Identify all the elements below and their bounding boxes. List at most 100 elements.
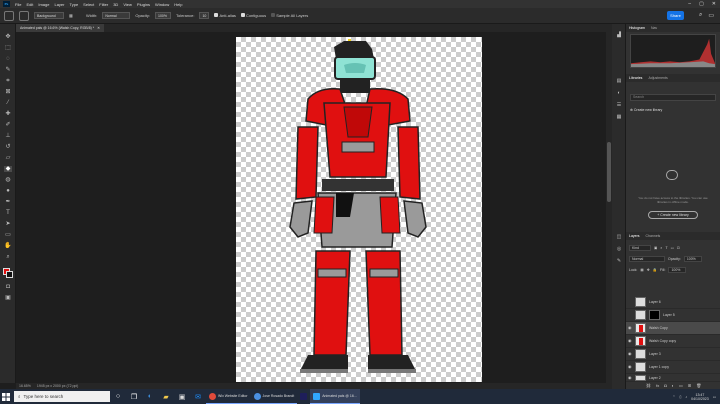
paths-icon[interactable]: ✎ <box>616 258 622 264</box>
tab-adjustments[interactable]: Adjustments <box>648 76 667 80</box>
quick-mask-icon[interactable]: ◘ <box>4 284 12 290</box>
home-icon[interactable] <box>4 10 14 21</box>
taskbar-app-chrome[interactable]: Wix Website Editor <box>206 389 251 404</box>
layer-name[interactable]: Layer 3 <box>649 352 661 356</box>
minimize-icon[interactable]: – <box>688 1 691 7</box>
close-icon[interactable]: ✕ <box>712 1 716 7</box>
tab-navigator[interactable]: Nav <box>651 26 657 30</box>
layer-row[interactable]: ◉ Walsh Copy <box>626 322 720 335</box>
layer-row[interactable]: Layer 5 <box>626 309 720 322</box>
search-icon[interactable]: ⌕ <box>699 12 702 19</box>
layer-name[interactable]: Layer 2 <box>649 376 661 380</box>
paint-bucket-tool-icon[interactable] <box>19 10 29 21</box>
adjustments-icon[interactable]: ◐ <box>616 90 622 96</box>
cortana-icon[interactable]: ○ <box>110 389 126 404</box>
visibility-eye-icon[interactable] <box>628 300 632 304</box>
channels-icon[interactable]: ◎ <box>616 246 622 252</box>
marquee-tool-icon[interactable]: ⬚ <box>4 45 12 51</box>
eyedropper-tool-icon[interactable]: ⁄ <box>4 100 12 106</box>
close-tab-icon[interactable]: ✕ <box>97 26 100 30</box>
filter-type-icon[interactable]: T <box>665 246 667 250</box>
quick-select-tool-icon[interactable]: ✎ <box>4 67 12 73</box>
lock-position-icon[interactable]: ✥ <box>647 268 650 272</box>
layer-row[interactable]: Layer 6 <box>626 296 720 309</box>
menu-edit[interactable]: Edit <box>26 2 33 7</box>
layers-icon[interactable]: ◫ <box>616 234 622 240</box>
windows-start-button[interactable] <box>0 389 12 404</box>
eraser-tool-icon[interactable]: ▱ <box>4 155 12 161</box>
lasso-tool-icon[interactable]: ◌ <box>4 56 12 62</box>
taskbar-search-box[interactable]: ⌕ Type here to search <box>14 391 110 402</box>
pattern-swatch-icon[interactable]: ▦ <box>69 13 81 18</box>
volume-icon[interactable]: ♪ <box>685 395 687 399</box>
screen-mode-icon[interactable]: ▣ <box>4 295 12 301</box>
layer-row[interactable]: ◉ Layer 1 copy <box>626 361 720 374</box>
create-library-row[interactable]: ⊕ Create new library <box>630 108 662 112</box>
new-layer-icon[interactable]: ⊞ <box>688 383 691 388</box>
edge-icon[interactable]: ◐ <box>142 389 158 404</box>
file-explorer-icon[interactable]: ▰ <box>158 389 174 404</box>
visibility-eye-icon[interactable]: ◉ <box>628 365 632 369</box>
menu-plugins[interactable]: Plugins <box>137 2 150 7</box>
opacity-input[interactable]: 100% <box>155 12 172 19</box>
layer-mask-thumbnail[interactable] <box>649 310 660 320</box>
link-layers-icon[interactable]: ⛓ <box>646 383 651 388</box>
menu-layer[interactable]: Layer <box>54 2 64 7</box>
layer-row[interactable]: ◉ Walsh Copy copy <box>626 335 720 348</box>
crop-tool-icon[interactable]: ⌗ <box>4 78 12 84</box>
shape-tool-icon[interactable]: ▭ <box>4 232 12 238</box>
photoshop-logo-icon[interactable]: Ps <box>3 1 10 7</box>
delete-layer-icon[interactable]: 🗑 <box>696 383 701 388</box>
tab-channels[interactable]: Channels <box>646 234 661 238</box>
visibility-eye-icon[interactable]: ◉ <box>628 352 632 356</box>
menu-filter[interactable]: Filter <box>99 2 108 7</box>
document-canvas[interactable] <box>236 37 482 382</box>
add-mask-icon[interactable]: ◘ <box>664 383 666 388</box>
move-tool-icon[interactable]: ✥ <box>4 34 12 40</box>
layer-name[interactable]: Layer 1 copy <box>649 365 669 369</box>
lock-pixels-icon[interactable]: ▦ <box>640 268 643 272</box>
layer-opacity-input[interactable]: 100% <box>683 256 702 262</box>
menu-view[interactable]: View <box>123 2 132 7</box>
blend-mode-select[interactable]: Normal <box>629 256 665 262</box>
adjustment-layer-icon[interactable]: ◐ <box>672 383 674 388</box>
menu-window[interactable]: Window <box>155 2 169 7</box>
visibility-eye-icon[interactable] <box>628 313 632 317</box>
sample-all-layers-checkbox[interactable]: Sample All Layers <box>271 13 308 18</box>
scrollbar-thumb[interactable] <box>607 142 611 202</box>
menu-select[interactable]: Select <box>83 2 94 7</box>
layer-fill-input[interactable]: 100% <box>668 267 687 273</box>
filter-pixel-icon[interactable]: ▣ <box>654 246 657 250</box>
chevron-up-icon[interactable]: ⌃ <box>673 395 676 399</box>
layer-name[interactable]: Layer 5 <box>663 313 675 317</box>
maximize-icon[interactable]: ▢ <box>699 1 704 7</box>
taskbar-app-browser[interactable]: Jose Rosado Brandt <box>250 389 298 404</box>
canvas-area[interactable] <box>16 32 612 383</box>
taskbar-app-photoshop[interactable]: Animated pals @ 16... <box>310 389 360 404</box>
path-select-tool-icon[interactable]: ➤ <box>4 221 12 227</box>
blur-tool-icon[interactable]: ◍ <box>4 177 12 183</box>
paint-bucket-tool-icon[interactable]: ◆ <box>4 166 12 172</box>
clock[interactable]: 13:47 04/10/2023 <box>691 393 709 401</box>
layer-name[interactable]: Layer 6 <box>649 300 661 304</box>
properties-icon[interactable]: ☰ <box>616 102 622 108</box>
frame-tool-icon[interactable]: ⊠ <box>4 89 12 95</box>
menu-type[interactable]: Type <box>70 2 79 7</box>
visibility-eye-icon[interactable]: ◉ <box>628 375 632 380</box>
hand-tool-icon[interactable]: ✋ <box>4 243 12 249</box>
network-icon[interactable]: ▯ <box>679 395 681 399</box>
new-group-icon[interactable]: ▭ <box>679 383 683 388</box>
menu-help[interactable]: Help <box>174 2 182 7</box>
filter-shape-icon[interactable]: ▭ <box>671 246 674 250</box>
task-view-icon[interactable]: ❐ <box>126 389 142 404</box>
menu-3d[interactable]: 3D <box>113 2 118 7</box>
notifications-icon[interactable]: ▭ <box>713 395 716 399</box>
libraries-icon[interactable]: ▤ <box>616 78 622 84</box>
store-icon[interactable]: ▣ <box>174 389 190 404</box>
lock-all-icon[interactable]: 🔒 <box>653 268 657 272</box>
create-library-button[interactable]: + Create new library <box>648 211 698 219</box>
tab-layers[interactable]: Layers <box>629 234 640 238</box>
fill-source-select[interactable]: Background <box>34 12 64 19</box>
filter-smart-icon[interactable]: ⊡ <box>677 246 680 250</box>
layer-style-icon[interactable]: fx <box>656 383 659 388</box>
